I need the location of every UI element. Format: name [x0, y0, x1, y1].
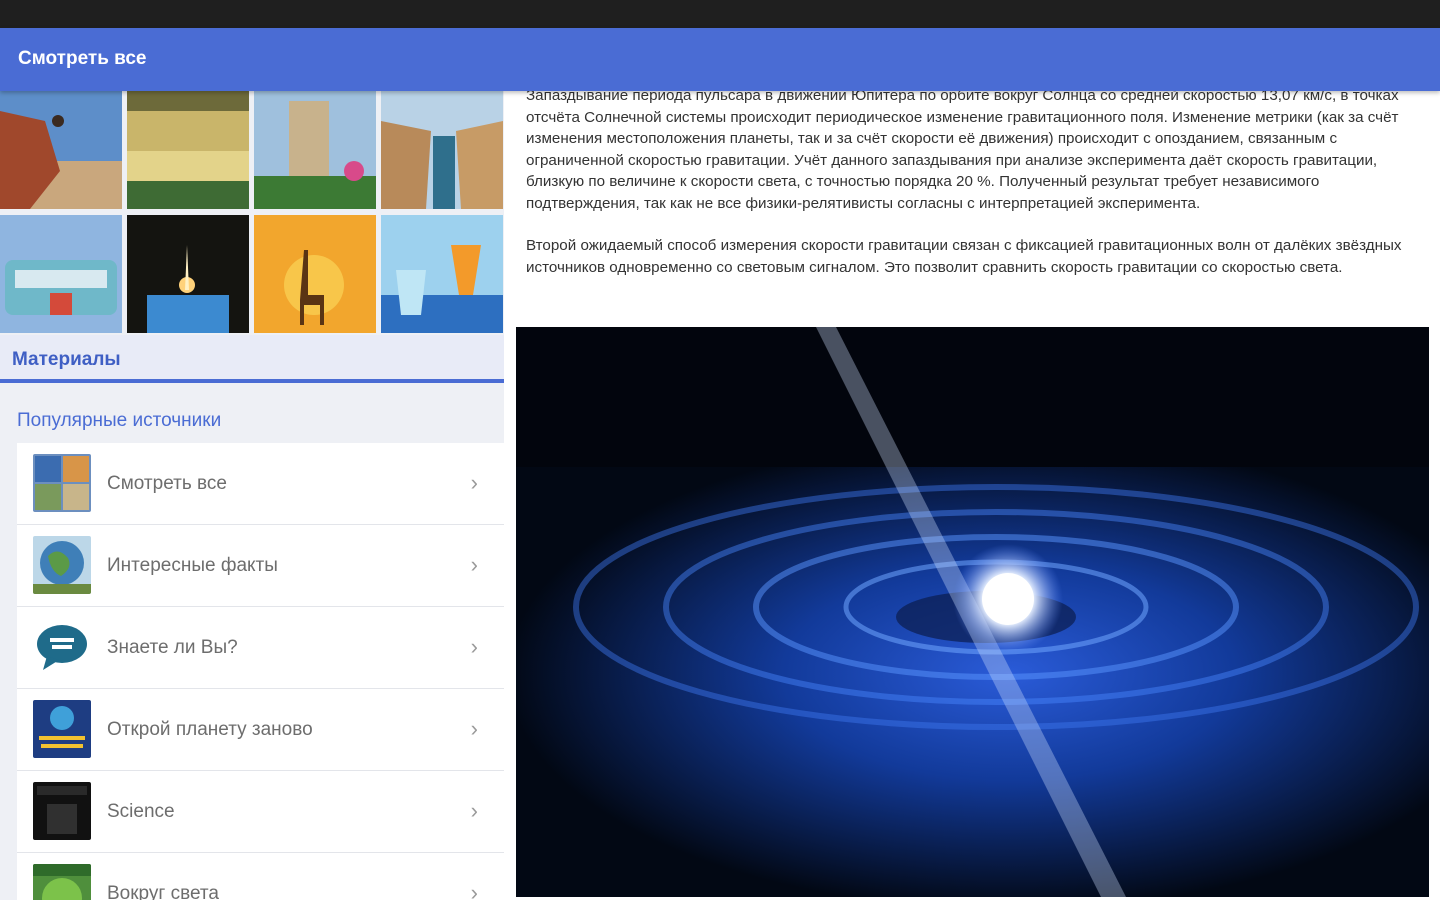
- chevron-right-icon: ›: [470, 716, 478, 741]
- photo-corinth-canal[interactable]: [381, 91, 503, 209]
- sources-list: Смотреть все › Интересные факты › Знаете…: [17, 443, 504, 900]
- list-item-label: Science: [107, 801, 175, 822]
- status-bar: [0, 0, 1440, 28]
- list-item-science[interactable]: Science ›: [17, 771, 504, 853]
- list-item-label: Вокруг света: [107, 883, 219, 900]
- photo-gallery: [0, 91, 504, 335]
- list-item-label: Знаете ли Вы?: [107, 637, 238, 658]
- chevron-right-icon: ›: [470, 634, 478, 659]
- left-panel: Материалы Популярные источники Смотреть …: [0, 91, 504, 900]
- chevron-right-icon: ›: [470, 470, 478, 495]
- chevron-right-icon: ›: [470, 552, 478, 577]
- photo-cocktails[interactable]: [381, 215, 503, 333]
- list-item-label: Открой планету заново: [107, 719, 313, 740]
- chevron-right-icon: ›: [470, 880, 478, 900]
- article-text: Запаздывание периода пульсара в движении…: [526, 91, 1421, 299]
- photo-night-fountain[interactable]: [127, 215, 249, 333]
- pulsar-illustration: [516, 327, 1429, 897]
- list-item-view-all[interactable]: Смотреть все ›: [17, 443, 504, 525]
- list-item-did-you-know[interactable]: Знаете ли Вы? ›: [17, 607, 504, 689]
- article-paragraph-2: Второй ожидаемый способ измерения скорос…: [526, 237, 1402, 276]
- list-item-interesting-facts[interactable]: Интересные факты ›: [17, 525, 504, 607]
- photo-rock-climber[interactable]: [0, 91, 122, 209]
- planet-book-icon: [33, 700, 91, 758]
- list-item-discover-planet[interactable]: Открой планету заново ›: [17, 689, 504, 771]
- photo-monaco-tower[interactable]: [254, 91, 376, 209]
- popular-sources-title: Популярные источники: [17, 410, 222, 431]
- materials-label: Материалы: [12, 349, 121, 370]
- article-panel: Запаздывание периода пульсара в движении…: [504, 91, 1440, 900]
- photo-garden-town[interactable]: [127, 91, 249, 209]
- list-item-label: Смотреть все: [107, 473, 227, 494]
- science-magazine-icon: [33, 782, 91, 840]
- chevron-right-icon: ›: [470, 798, 478, 823]
- collage-icon: [33, 454, 91, 512]
- article-paragraph-1: Запаздывание периода пульсара в движении…: [526, 91, 1399, 212]
- app-bar: Смотреть все: [0, 28, 1440, 91]
- photo-giraffe-sunset[interactable]: [254, 215, 376, 333]
- globe-icon: [33, 536, 91, 594]
- world-magazine-icon: [33, 864, 91, 900]
- photo-retro-bus[interactable]: [0, 215, 122, 333]
- list-item-around-world[interactable]: Вокруг света ›: [17, 853, 504, 900]
- list-item-label: Интересные факты: [107, 555, 278, 576]
- materials-header[interactable]: Материалы: [0, 335, 504, 383]
- page-title: Смотреть все: [18, 48, 147, 69]
- speech-bubble-icon: [33, 618, 91, 676]
